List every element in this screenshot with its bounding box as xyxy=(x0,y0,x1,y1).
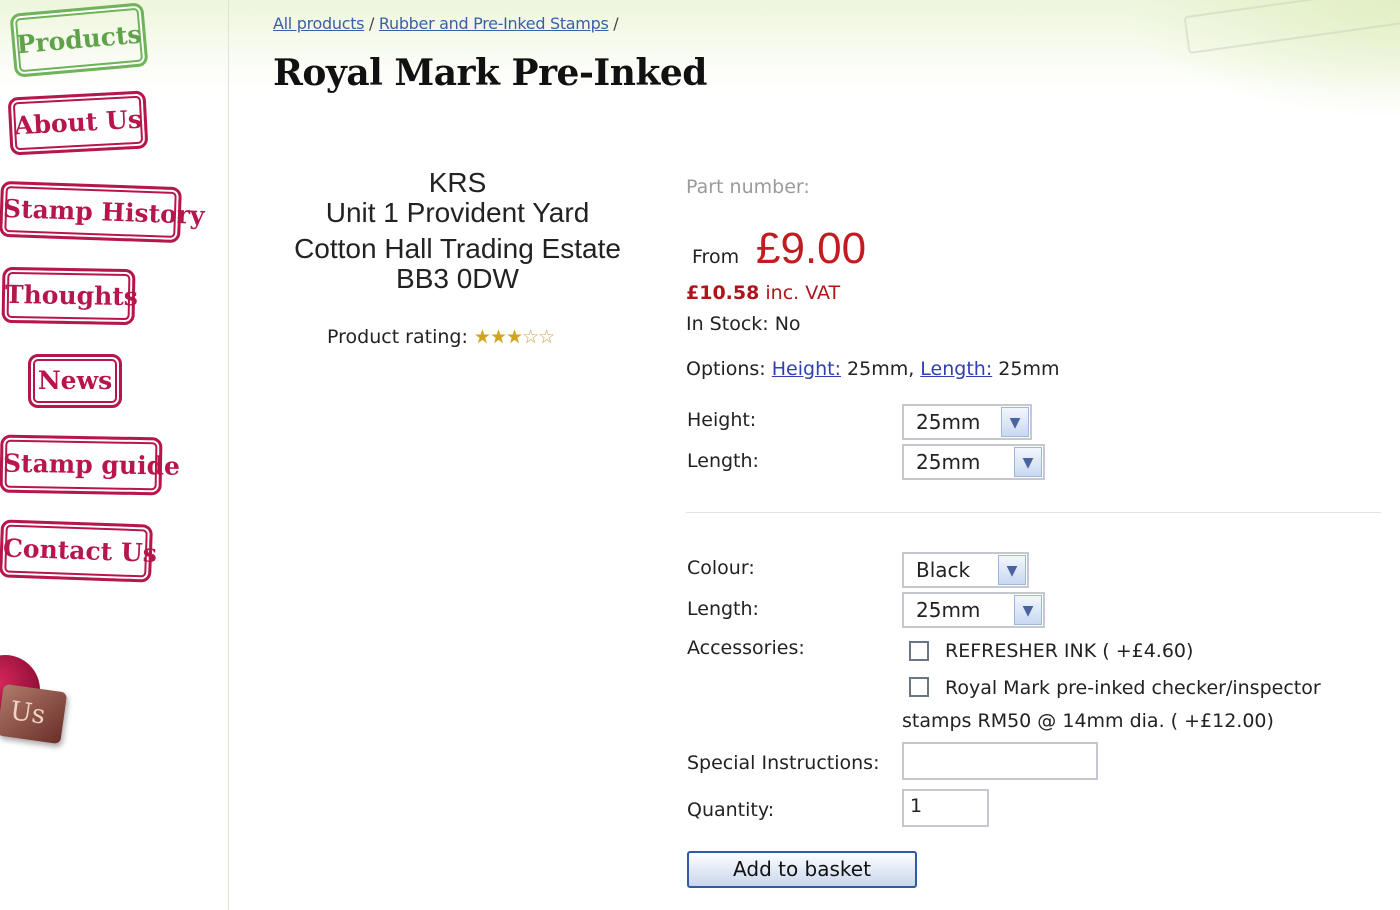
breadcrumb-category-link[interactable]: Rubber and Pre-Inked Stamps xyxy=(379,14,609,33)
quantity-label: Quantity: xyxy=(687,799,775,821)
option-height-value: 25mm, xyxy=(840,358,921,380)
rating-label: Product rating: xyxy=(327,326,468,348)
chevron-down-icon[interactable]: ▼ xyxy=(1014,595,1042,625)
accessory-checker-label-cont: stamps RM50 @ 14mm dia. ( +£12.00) xyxy=(902,710,1274,732)
address-line: BB3 0DW xyxy=(396,263,519,294)
nav-thoughts-button[interactable]: Thoughts xyxy=(1,266,138,326)
options-label: Options: xyxy=(686,358,772,380)
address-line: Unit 1 Provident Yard xyxy=(325,197,590,228)
star-empty-icon: ☆ xyxy=(538,326,555,348)
page-title: Royal Mark Pre-Inked xyxy=(273,52,707,94)
stock-status: In Stock: No xyxy=(686,313,801,335)
breadcrumb-separator: / xyxy=(608,14,619,33)
length-select-value: 25mm xyxy=(916,450,981,474)
breadcrumb-all-products-link[interactable]: All products xyxy=(273,14,365,33)
accessory-refresher-label: REFRESHER INK ( +£4.60) xyxy=(945,640,1194,662)
option-length-link[interactable]: Length: xyxy=(920,358,992,380)
address-line: Cotton Hall Trading Estate xyxy=(294,233,621,264)
special-instructions-input[interactable] xyxy=(902,742,1098,780)
quantity-input[interactable]: 1 xyxy=(902,789,989,827)
address-line: KRS xyxy=(428,167,487,198)
sidebar-nav: Products About Us Stamp History Thoughts… xyxy=(0,0,229,910)
colour-select[interactable]: Black ▼ xyxy=(902,552,1029,588)
star-empty-icon: ☆ xyxy=(522,326,539,348)
options-summary: Options: Height: 25mm, Length: 25mm xyxy=(686,358,1059,380)
length2-label: Length: xyxy=(687,598,759,620)
chevron-down-icon[interactable]: ▼ xyxy=(1001,407,1029,437)
vat-label: inc. VAT xyxy=(759,282,841,304)
length2-select[interactable]: 25mm ▼ xyxy=(902,592,1045,628)
rating-stars-icon: ★★★☆☆ xyxy=(473,326,555,348)
accessories-label: Accessories: xyxy=(687,637,805,659)
accessory-refresher-checkbox[interactable] xyxy=(909,641,929,661)
label-tag-decoration: Us xyxy=(0,683,68,745)
add-to-basket-button[interactable]: Add to basket xyxy=(687,851,917,888)
colour-label: Colour: xyxy=(687,557,755,579)
divider xyxy=(686,512,1381,513)
vat-amount: £10.58 xyxy=(686,282,760,304)
length-label: Length: xyxy=(687,450,759,472)
height-select-value: 25mm xyxy=(916,410,981,434)
nav-news-button[interactable]: News xyxy=(28,354,122,408)
option-length-value: 25mm xyxy=(992,358,1060,380)
chevron-down-icon[interactable]: ▼ xyxy=(1014,447,1042,477)
length2-select-value: 25mm xyxy=(916,598,981,622)
part-number-label: Part number: xyxy=(686,176,810,198)
colour-select-value: Black xyxy=(916,558,971,582)
height-label: Height: xyxy=(687,409,757,431)
star-filled-icon: ★ xyxy=(506,326,523,348)
price: £9.00 xyxy=(756,224,867,273)
star-filled-icon: ★ xyxy=(489,326,507,348)
from-label: From xyxy=(692,246,740,268)
accessory-checker-label: Royal Mark pre-inked checker/inspector xyxy=(945,677,1321,699)
length-select[interactable]: 25mm ▼ xyxy=(902,444,1045,480)
special-instructions-label: Special Instructions: xyxy=(687,752,880,774)
vat-price: £10.58 inc. VAT xyxy=(686,282,840,304)
nav-stamp-history-button[interactable]: Stamp History xyxy=(0,180,205,244)
product-rating: Product rating: ★★★☆☆ xyxy=(327,326,555,348)
option-height-link[interactable]: Height: xyxy=(772,358,841,380)
star-filled-icon: ★ xyxy=(473,326,491,348)
nav-contact-button[interactable]: Contact Us xyxy=(0,519,157,583)
breadcrumb-separator: / xyxy=(364,14,379,33)
accessory-checker-checkbox[interactable] xyxy=(909,677,929,697)
breadcrumb: All products / Rubber and Pre-Inked Stam… xyxy=(273,14,619,33)
nav-about-button[interactable]: About Us xyxy=(7,90,149,156)
nav-products-button[interactable]: Products xyxy=(9,2,149,78)
height-select[interactable]: 25mm ▼ xyxy=(902,404,1032,440)
product-address: KRS Unit 1 Provident Yard Cotton Hall Tr… xyxy=(280,168,635,294)
nav-stamp-guide-button[interactable]: Stamp guide xyxy=(0,434,180,496)
chevron-down-icon[interactable]: ▼ xyxy=(998,555,1026,585)
